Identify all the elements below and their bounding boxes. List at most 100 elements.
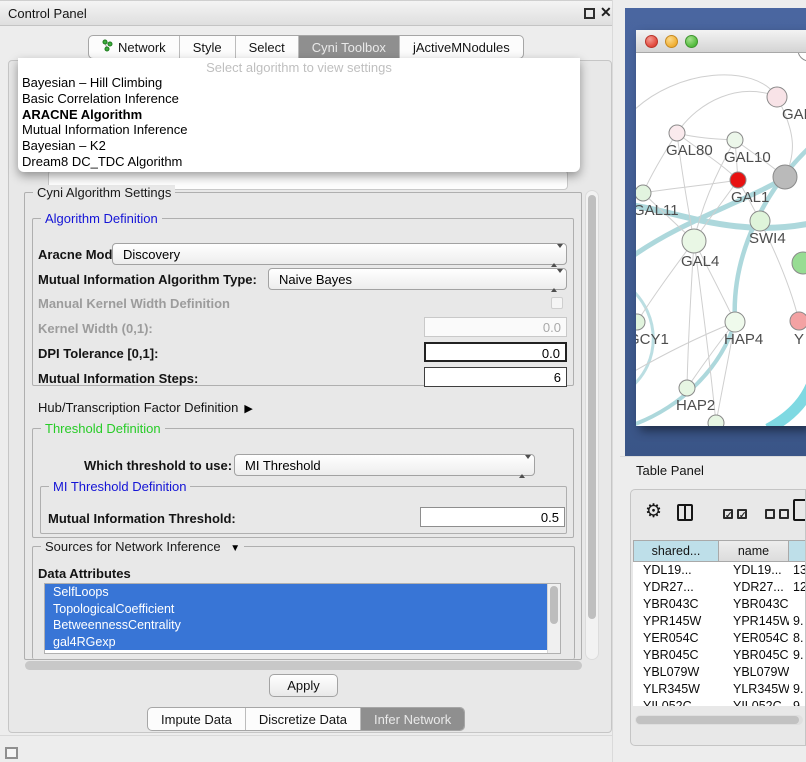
table-cell: [789, 596, 806, 613]
table-column-header[interactable]: [789, 540, 806, 562]
table-row[interactable]: YER054CYER054C8.: [633, 630, 806, 647]
network-node[interactable]: [792, 252, 806, 274]
kernel-width-field[interactable]: 0.0: [424, 317, 567, 337]
table-row[interactable]: YIL052CYIL052C9: [633, 698, 806, 706]
tab-label: Network: [118, 40, 166, 55]
attribute-list-item[interactable]: TopologicalCoefficient: [45, 601, 547, 618]
minimize-traffic-light-icon[interactable]: [665, 35, 678, 48]
aracne-mode-value: Discovery: [123, 247, 180, 262]
algorithm-option[interactable]: Bayesian – Hill Climbing: [18, 75, 580, 91]
tab-select[interactable]: Select: [235, 36, 298, 58]
bottom-tab-infer-network[interactable]: Infer Network: [360, 708, 464, 730]
network-node-gal11[interactable]: [636, 185, 651, 201]
algorithm-option[interactable]: ARACNE Algorithm: [18, 107, 580, 123]
network-window[interactable]: GALGAL80GAL10GAL1GAL11SWI4GAL4GCY1HAP4YH…: [636, 30, 806, 426]
network-node-hap2[interactable]: [679, 380, 695, 396]
network-canvas[interactable]: GALGAL80GAL10GAL1GAL11SWI4GAL4GCY1HAP4YH…: [636, 53, 806, 426]
network-node-gal1[interactable]: [730, 172, 746, 188]
table-cell: YPR145W: [719, 613, 789, 630]
table-row[interactable]: YLR345WYLR345W9.: [633, 681, 806, 698]
sources-title-text: Sources for Network Inference: [45, 539, 221, 554]
tab-label: Style: [193, 40, 222, 55]
zoom-traffic-light-icon[interactable]: [685, 35, 698, 48]
network-edges: [636, 75, 806, 426]
bottom-tab-impute-data[interactable]: Impute Data: [148, 708, 245, 730]
settings-vertical-scrollbar[interactable]: [585, 190, 599, 660]
attribute-list-item[interactable]: BetweennessCentrality: [45, 617, 547, 634]
network-node-gal80[interactable]: [669, 125, 685, 141]
algorithm-option[interactable]: Dream8 DC_TDC Algorithm: [18, 154, 580, 170]
network-node-gal4[interactable]: [682, 229, 706, 253]
settings-horizontal-scrollbar[interactable]: [25, 661, 582, 670]
tab-network[interactable]: Network: [89, 36, 179, 58]
algorithm-option[interactable]: Mutual Information Inference: [18, 122, 580, 138]
tab-jactivemnodules[interactable]: jActiveMNodules: [399, 36, 523, 58]
table-row[interactable]: YBL079WYBL079W: [633, 664, 806, 681]
network-node-gal10[interactable]: [727, 132, 743, 148]
close-icon[interactable]: ✕: [600, 4, 612, 21]
table-column-header[interactable]: shared...: [633, 540, 719, 562]
hub-definition-expander[interactable]: Hub/Transcription Factor Definition▶: [38, 400, 253, 415]
attribute-list-item[interactable]: gal4RGexp: [45, 634, 547, 651]
aracne-mode-combo[interactable]: Discovery: [112, 243, 567, 265]
network-node[interactable]: [708, 415, 724, 426]
gear-icon[interactable]: ⚙: [645, 500, 662, 523]
table-horizontal-scrollbar[interactable]: [635, 715, 803, 725]
table-panel-titlebar: Table Panel: [620, 456, 806, 484]
table-column-header[interactable]: name: [719, 540, 789, 562]
table-row[interactable]: YBR045CYBR045C9.: [633, 647, 806, 664]
table-cell: YLR345W: [719, 681, 789, 698]
expand-down-icon[interactable]: ▼: [230, 543, 240, 554]
sources-group-title: Sources for Network Inference ▼: [41, 539, 244, 554]
document-icon[interactable]: [793, 499, 806, 521]
dock-window-icon[interactable]: [5, 747, 18, 759]
table-cell: 9.: [789, 613, 806, 630]
network-node[interactable]: [798, 53, 806, 61]
close-traffic-light-icon[interactable]: [645, 35, 658, 48]
unchecked-box-icon[interactable]: [779, 509, 789, 519]
data-attributes-list[interactable]: SelfLoopsTopologicalCoefficientBetweenne…: [44, 583, 561, 654]
table-row[interactable]: YDL19...YDL19...13: [633, 562, 806, 579]
unchecked-box-icon[interactable]: [765, 509, 775, 519]
which-threshold-combo[interactable]: MI Threshold: [234, 454, 535, 476]
checked-box-icon[interactable]: ✓: [723, 509, 733, 519]
network-node[interactable]: [773, 165, 797, 189]
algorithm-option[interactable]: Bayesian – K2: [18, 138, 580, 154]
top-tab-bar: Network Style SelectCyni ToolboxjActiveMNo…: [88, 35, 524, 59]
network-node-y[interactable]: [790, 312, 806, 330]
algorithm-popup-prompt: Select algorithm to view settings: [18, 60, 580, 75]
mi-steps-field[interactable]: 6: [424, 367, 567, 387]
bottom-tab-discretize-data[interactable]: Discretize Data: [245, 708, 360, 730]
network-node-swi4[interactable]: [750, 211, 770, 231]
table-row[interactable]: YBR043CYBR043C: [633, 596, 806, 613]
network-node-gal[interactable]: [767, 87, 787, 107]
manual-kernel-checkbox[interactable]: [551, 297, 563, 309]
attribute-list-item[interactable]: SelfLoops: [45, 584, 547, 601]
network-node-label: HAP4: [724, 331, 763, 348]
table-row[interactable]: YDR27...YDR27...12: [633, 579, 806, 596]
float-window-icon[interactable]: [584, 8, 595, 19]
network-node-label: GAL4: [681, 253, 719, 270]
algorithm-definition-title: Algorithm Definition: [41, 211, 162, 226]
table-cell: YBR043C: [633, 596, 719, 613]
network-node-hap4[interactable]: [725, 312, 745, 332]
which-threshold-value: MI Threshold: [245, 458, 321, 473]
apply-button[interactable]: Apply: [269, 674, 338, 697]
expand-right-icon: ▶: [244, 403, 252, 415]
mi-type-combo[interactable]: Naive Bayes: [268, 268, 567, 290]
mi-threshold-field[interactable]: 0.5: [420, 507, 565, 527]
panel-splitter[interactable]: [612, 0, 625, 762]
mi-steps-label: Mutual Information Steps:: [38, 371, 198, 386]
tab-style[interactable]: Style: [179, 36, 235, 58]
attribute-list-scrollbar[interactable]: [547, 584, 560, 653]
data-attributes-label: Data Attributes: [38, 566, 131, 581]
algorithm-option[interactable]: Basic Correlation Inference: [18, 91, 580, 107]
dpi-tolerance-label: DPI Tolerance [0,1]:: [38, 346, 158, 361]
dpi-tolerance-field[interactable]: 0.0: [424, 342, 567, 362]
column-layout-icon[interactable]: [677, 504, 693, 521]
tab-cyni-toolbox[interactable]: Cyni Toolbox: [298, 36, 399, 58]
checked-box-icon[interactable]: ✓: [737, 509, 747, 519]
network-node-gcy1[interactable]: [636, 314, 645, 330]
table-cell: 9.: [789, 681, 806, 698]
table-row[interactable]: YPR145WYPR145W9.: [633, 613, 806, 630]
